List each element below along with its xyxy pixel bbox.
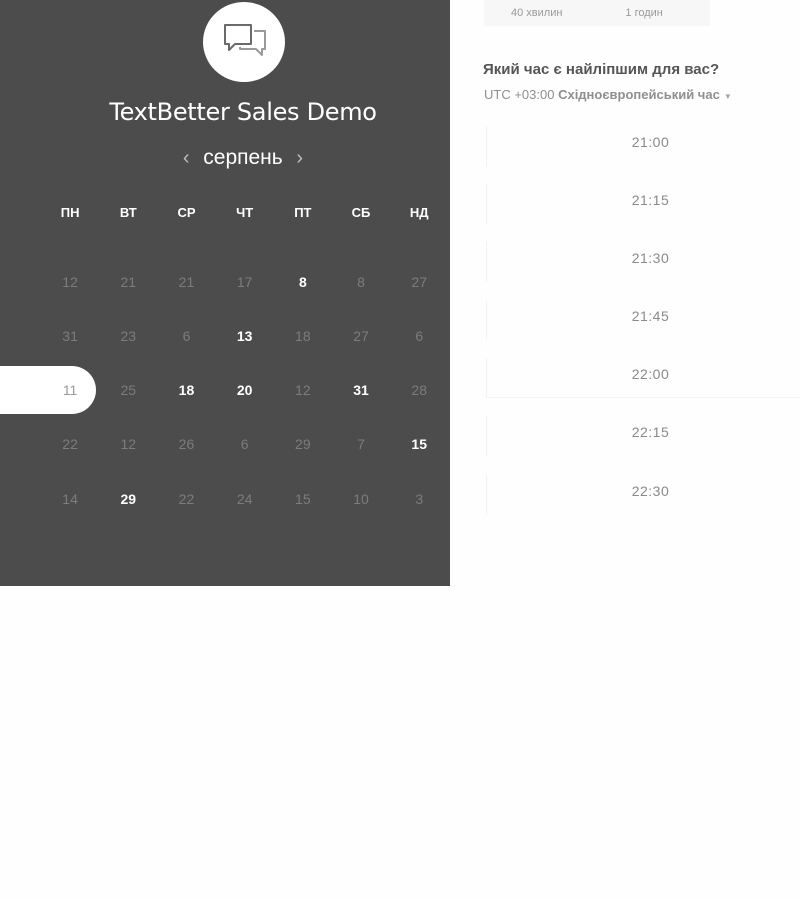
event-logo — [203, 2, 285, 82]
time-slot[interactable]: 21:15 — [486, 184, 800, 224]
calendar-day: 3 — [415, 491, 424, 507]
calendar-day: 24 — [236, 491, 253, 507]
chevron-right-icon[interactable]: › — [289, 144, 311, 172]
calendar-day[interactable]: 15 — [390, 434, 448, 454]
time-slot-label: 21:00 — [631, 134, 670, 150]
calendar-day: 29 — [295, 436, 311, 452]
duration-selector: 40 хвилин 1 годин — [484, 0, 710, 26]
month-navigator: ‹ серпень › — [150, 144, 336, 172]
calendar-day: 17 — [236, 274, 253, 290]
calendar-day: 12 — [295, 382, 311, 398]
calendar-day: 18 — [295, 328, 311, 344]
caret-down-icon: ▼ — [723, 92, 732, 101]
calendar-week-1: 12 21 21 17 8 8 27 — [41, 272, 448, 292]
calendar-day: 6 — [240, 436, 249, 452]
weekday-fri: ПТ — [294, 205, 312, 220]
calendar-week-3: 11 25 18 20 12 31 28 — [41, 380, 448, 400]
timezone-name: Східноєвропейський час — [558, 87, 720, 102]
weekday-thu: ЧТ — [236, 205, 254, 220]
time-slot-label: 22:00 — [631, 366, 670, 382]
calendar-day: 25 — [120, 382, 137, 398]
time-slot[interactable]: 21:30 — [486, 242, 800, 282]
time-question-heading: Який час є найліпшим для вас? — [483, 61, 720, 78]
time-slot[interactable]: 22:15 — [486, 416, 800, 456]
calendar-day[interactable]: 31 — [332, 380, 390, 400]
calendar-day: 12 — [62, 274, 78, 290]
calendar-week-2: 31 23 6 13 18 27 6 — [41, 326, 448, 346]
calendar-day: 28 — [411, 382, 427, 398]
event-title: TextBetter Sales Demo — [109, 98, 377, 126]
calendar-day: 21 — [120, 274, 137, 290]
weekday-mon: ПН — [60, 205, 80, 220]
calendar-day-selected[interactable]: 11 — [41, 380, 99, 400]
calendar-day: 15 — [295, 491, 311, 507]
weekday-sat: СБ — [351, 205, 371, 220]
calendar-panel: TextBetter Sales Demo ‹ серпень › ПН ВТ … — [0, 0, 450, 586]
calendar-day: 26 — [178, 436, 195, 452]
weekday-header: ПН ВТ СР ЧТ ПТ СБ НД — [41, 204, 448, 222]
calendar-day: 12 — [120, 436, 137, 452]
duration-option-1hour[interactable]: 1 годин — [625, 7, 662, 19]
calendar-week-4: 22 12 26 6 29 7 15 — [41, 434, 448, 454]
calendar-day[interactable]: 18 — [157, 380, 215, 400]
calendar-day: 10 — [353, 491, 369, 507]
calendar-day[interactable]: 20 — [216, 380, 274, 400]
weekday-sun: НД — [409, 205, 429, 220]
calendar-day: 27 — [353, 328, 369, 344]
calendar-day: 31 — [62, 328, 78, 344]
time-slot-label: 21:45 — [631, 308, 670, 324]
time-slot-label: 22:30 — [631, 483, 670, 499]
calendar-day: 23 — [120, 328, 137, 344]
duration-option-40min[interactable]: 40 хвилин — [511, 7, 562, 19]
timezone-selector[interactable]: UTC +03:00 Східноєвропейський час ▼ — [484, 86, 732, 106]
calendar-day: 14 — [62, 491, 78, 507]
chat-bubbles-icon — [224, 24, 266, 56]
chevron-left-icon[interactable]: ‹ — [175, 144, 197, 172]
calendar-day: 22 — [62, 436, 78, 452]
time-slot[interactable]: 21:00 — [486, 126, 800, 166]
calendar-day[interactable]: 29 — [99, 489, 157, 509]
calendar-day: 21 — [178, 274, 195, 290]
time-slot[interactable]: 22:30 — [486, 475, 800, 515]
time-slot-label: 22:15 — [631, 424, 670, 440]
calendar-day: 7 — [357, 436, 365, 452]
time-slot[interactable]: 21:45 — [486, 300, 800, 340]
calendar-day: 27 — [411, 274, 427, 290]
calendar-week-5: 14 29 22 24 15 10 3 — [41, 489, 448, 509]
calendar-day: 6 — [182, 328, 191, 344]
time-slot-label: 21:30 — [631, 250, 670, 266]
calendar-day[interactable]: 8 — [274, 272, 332, 292]
weekday-wed: СР — [177, 205, 196, 220]
time-slot-label: 21:15 — [631, 192, 670, 208]
timezone-offset: UTC +03:00 — [484, 87, 555, 102]
time-slot[interactable]: 22:00 — [486, 358, 800, 398]
calendar-day: 22 — [178, 491, 195, 507]
calendar-day: 8 — [357, 274, 365, 290]
weekday-tue: ВТ — [119, 205, 137, 220]
calendar-day: 6 — [415, 328, 424, 344]
calendar-day[interactable]: 13 — [216, 326, 274, 346]
month-label: серпень — [203, 146, 283, 169]
